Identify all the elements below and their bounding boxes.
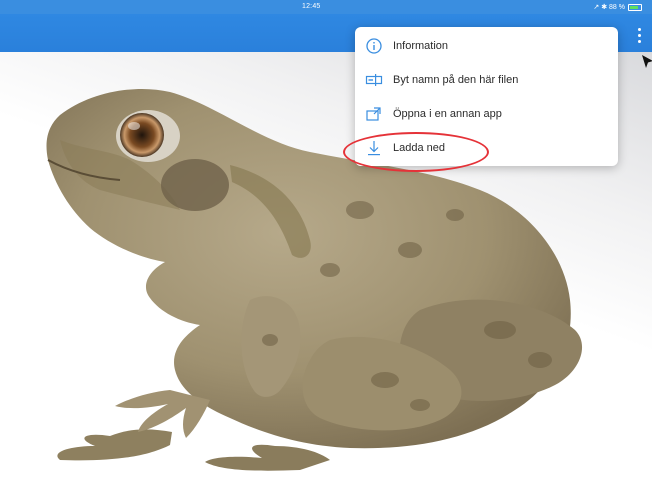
status-bar: 12:45 ↗ ✱ 88 % (0, 0, 652, 14)
frog-eye (120, 113, 164, 157)
menu-item-label: Information (393, 40, 449, 52)
more-dot-icon (637, 39, 641, 43)
highlight-circle (343, 132, 489, 172)
rename-icon (365, 74, 383, 86)
status-text: ↗ ✱ 88 % (593, 4, 625, 11)
frog-hind-foot (57, 429, 173, 461)
frog-hind-foot (205, 444, 330, 471)
battery-icon (628, 3, 642, 11)
more-options-button[interactable] (632, 24, 646, 46)
menu-item-open-in-app[interactable]: Öppna i en annan app (355, 97, 618, 131)
more-dot-icon (637, 33, 641, 37)
open-in-app-icon (366, 107, 381, 121)
info-icon (366, 38, 382, 54)
status-time: 12:45 (302, 3, 321, 10)
status-indicators: ↗ ✱ 88 % (593, 3, 642, 11)
menu-item-rename[interactable]: Byt namn på den här filen (355, 63, 618, 97)
frog-eye-highlight (128, 122, 140, 130)
menu-item-label: Öppna i en annan app (393, 108, 502, 120)
frog-tympanum (161, 159, 229, 211)
more-dot-icon (637, 27, 641, 31)
menu-item-information[interactable]: Information (355, 29, 618, 63)
menu-item-label: Byt namn på den här filen (393, 74, 519, 86)
arrow-pointer-icon (642, 55, 652, 68)
